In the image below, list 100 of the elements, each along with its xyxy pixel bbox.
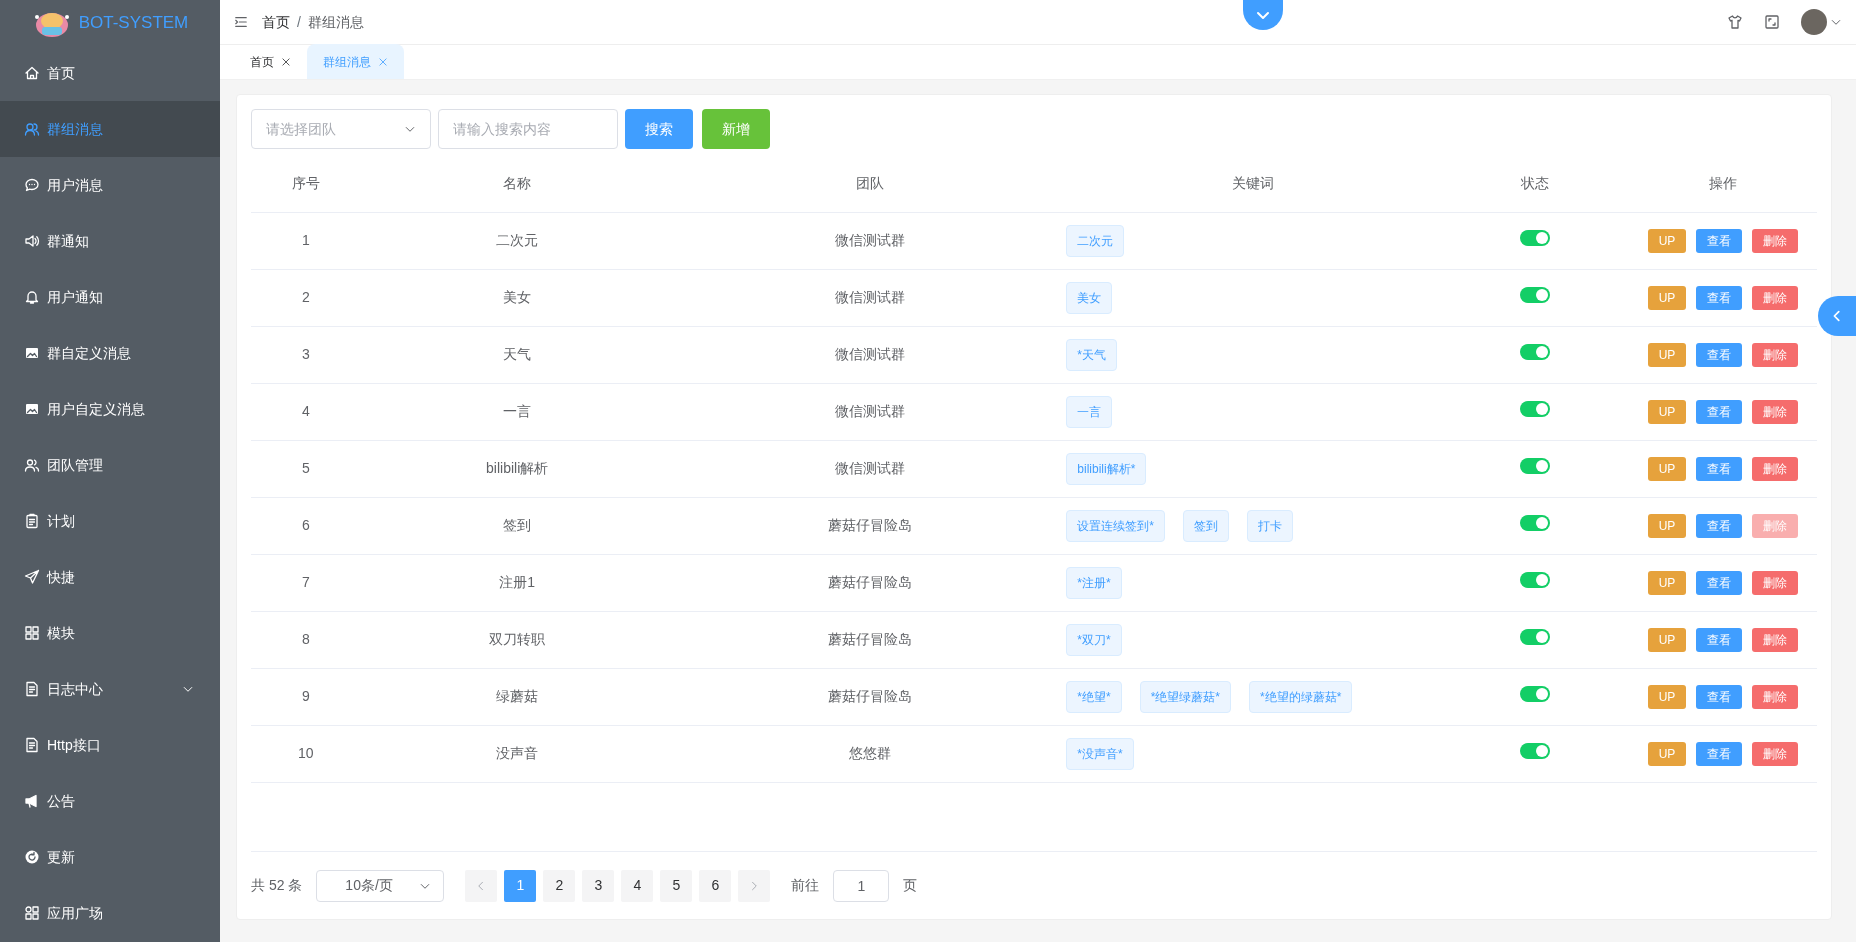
table-cell: 天气 — [360, 326, 674, 383]
breadcrumb-link[interactable]: 首页 — [262, 11, 290, 33]
table-cell: 5 — [251, 440, 361, 497]
up-button[interactable]: UP — [1647, 741, 1687, 766]
column-header: 序号 — [251, 156, 361, 212]
page-button[interactable]: 1 — [504, 869, 537, 902]
search-button[interactable]: 搜索 — [625, 109, 693, 149]
sidebar-item[interactable]: 团队管理 — [0, 437, 220, 493]
up-button[interactable]: UP — [1647, 456, 1687, 481]
delete-button[interactable]: 删除 — [1752, 741, 1799, 766]
status-toggle[interactable] — [1520, 286, 1551, 303]
status-toggle[interactable] — [1520, 571, 1551, 588]
sidebar-item[interactable]: 用户通知 — [0, 269, 220, 325]
status-toggle[interactable] — [1520, 400, 1551, 417]
sidebar-item[interactable]: 日志中心 — [0, 661, 220, 717]
table-cell: 1 — [251, 212, 361, 269]
status-toggle[interactable] — [1520, 457, 1551, 474]
table-cell: 悠悠群 — [673, 725, 1066, 782]
table-cell: 微信测试群 — [673, 383, 1066, 440]
table-cell: 微信测试群 — [673, 440, 1066, 497]
view-button[interactable]: 查看 — [1696, 456, 1743, 481]
delete-button[interactable]: 删除 — [1752, 285, 1799, 310]
page-button[interactable]: 6 — [699, 869, 732, 902]
next-page-button[interactable] — [738, 869, 771, 902]
delete-button[interactable]: 删除 — [1752, 399, 1799, 424]
delete-button[interactable]: 删除 — [1752, 456, 1799, 481]
keyword-tag: bilibili解析* — [1066, 452, 1147, 485]
delete-button[interactable]: 删除 — [1752, 342, 1799, 367]
avatar[interactable] — [1800, 9, 1827, 35]
view-button[interactable]: 查看 — [1696, 741, 1743, 766]
table-cell: 2 — [251, 269, 361, 326]
view-button[interactable]: 查看 — [1696, 513, 1743, 538]
page-button[interactable]: 5 — [660, 869, 693, 902]
up-button[interactable]: UP — [1647, 627, 1687, 652]
team-select[interactable]: 请选择团队 — [251, 109, 431, 149]
keyword-tag: 一言 — [1066, 395, 1113, 428]
side-panel-toggle-button[interactable] — [1818, 296, 1856, 336]
sidebar-item[interactable]: 计划 — [0, 493, 220, 549]
sidebar-item[interactable]: 应用广场 — [0, 885, 220, 941]
sidebar-item[interactable]: 快捷 — [0, 549, 220, 605]
page-button[interactable]: 3 — [582, 869, 615, 902]
search-field[interactable]: 请输入搜索内容 — [438, 109, 618, 149]
up-button[interactable]: UP — [1647, 399, 1687, 424]
delete-button[interactable]: 删除 — [1752, 684, 1799, 709]
up-button[interactable]: UP — [1647, 684, 1687, 709]
sidebar-item[interactable]: 首页 — [0, 45, 220, 101]
view-button[interactable]: 查看 — [1696, 285, 1743, 310]
view-button[interactable]: 查看 — [1696, 342, 1743, 367]
up-button[interactable]: UP — [1647, 570, 1687, 595]
table-cell: 蘑菇仔冒险岛 — [673, 611, 1066, 668]
keyword-tag: *没声音* — [1066, 737, 1134, 770]
table-cell: 注册1 — [360, 554, 674, 611]
breadcrumb-separator: / — [297, 12, 301, 32]
document-icon — [24, 737, 40, 753]
sidebar-item[interactable]: 模块 — [0, 605, 220, 661]
sidebar-item[interactable]: 公告 — [0, 773, 220, 829]
previous-page-button[interactable] — [465, 869, 498, 902]
sidebar-item[interactable]: 用户自定义消息 — [0, 381, 220, 437]
sidebar-item[interactable]: 用户消息 — [0, 157, 220, 213]
megaphone-icon — [24, 793, 40, 809]
page-number-field[interactable]: 1 — [833, 869, 890, 902]
sidebar-item[interactable]: 群通知 — [0, 213, 220, 269]
sidebar-item[interactable]: 更新 — [0, 829, 220, 885]
column-header: 状态 — [1441, 156, 1630, 212]
status-toggle[interactable] — [1520, 343, 1551, 360]
page-button[interactable]: 4 — [621, 869, 654, 902]
status-toggle[interactable] — [1520, 628, 1551, 645]
tab[interactable]: 首页 — [234, 44, 307, 79]
delete-button[interactable]: 删除 — [1752, 570, 1799, 595]
view-button[interactable]: 查看 — [1696, 684, 1743, 709]
tab[interactable]: 群组消息 — [307, 44, 404, 79]
column-header: 操作 — [1629, 156, 1817, 212]
refresh-icon — [24, 849, 40, 865]
up-button[interactable]: UP — [1647, 342, 1687, 367]
status-toggle[interactable] — [1520, 742, 1551, 759]
up-button[interactable]: UP — [1647, 285, 1687, 310]
add-button[interactable]: 新增 — [702, 109, 770, 149]
keyword-tag: *双刀* — [1066, 623, 1122, 656]
view-button[interactable]: 查看 — [1696, 570, 1743, 595]
up-button[interactable]: UP — [1647, 513, 1687, 538]
table-cell: 微信测试群 — [673, 326, 1066, 383]
keyword-tag: 设置连续签到* — [1066, 509, 1165, 542]
sidebar-item[interactable]: 群自定义消息 — [0, 325, 220, 381]
clipboard-icon — [24, 513, 40, 529]
sidebar-item[interactable]: 群组消息 — [0, 101, 220, 157]
keyword-tag: *绝望的绿蘑菇* — [1249, 680, 1353, 713]
page-button[interactable]: 2 — [543, 869, 576, 902]
sidebar-item[interactable]: Http接口 — [0, 717, 220, 773]
keyword-tag: *注册* — [1066, 566, 1122, 599]
status-toggle[interactable] — [1520, 685, 1551, 702]
status-toggle[interactable] — [1520, 514, 1551, 531]
column-header: 名称 — [360, 156, 674, 212]
view-button[interactable]: 查看 — [1696, 627, 1743, 652]
status-toggle[interactable] — [1520, 229, 1551, 246]
delete-button[interactable]: 删除 — [1752, 627, 1799, 652]
page-size-select[interactable]: 10条/页 — [316, 869, 445, 902]
delete-button[interactable]: 删除 — [1752, 228, 1799, 253]
up-button[interactable]: UP — [1647, 228, 1687, 253]
view-button[interactable]: 查看 — [1696, 399, 1743, 424]
view-button[interactable]: 查看 — [1696, 228, 1743, 253]
